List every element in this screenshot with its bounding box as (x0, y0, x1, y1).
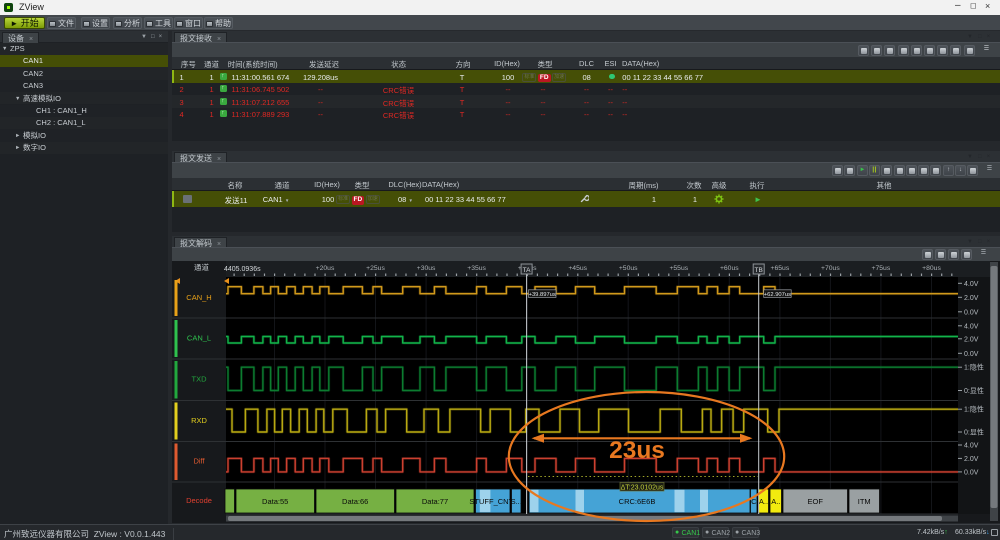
svg-text:0.0V: 0.0V (964, 469, 979, 476)
svg-text:+55us: +55us (669, 265, 688, 272)
svg-text:+35us: +35us (467, 265, 486, 272)
svg-text:Diff: Diff (193, 457, 205, 466)
svg-text:Data:55: Data:55 (262, 497, 288, 506)
svg-text:S...: S... (511, 497, 522, 506)
svg-text:ΔT:23.0102us: ΔT:23.0102us (621, 485, 664, 492)
svg-text:TA: TA (523, 267, 531, 274)
svg-text:TB: TB (755, 267, 763, 274)
svg-text:1:隐性: 1:隐性 (964, 363, 984, 372)
svg-text:Data:66: Data:66 (342, 497, 368, 506)
svg-text:+30us: +30us (417, 265, 436, 272)
svg-text:+62.907us: +62.907us (764, 292, 791, 298)
svg-text:+70us: +70us (821, 265, 840, 272)
svg-text:1:隐性: 1:隐性 (964, 405, 984, 414)
svg-text:0:显性: 0:显性 (964, 428, 984, 437)
svg-text:TXD: TXD (192, 375, 208, 384)
svg-text:+65us: +65us (771, 265, 790, 272)
svg-text:+60us: +60us (720, 265, 739, 272)
svg-text:2.0V: 2.0V (964, 295, 979, 302)
svg-text:+25us: +25us (366, 265, 385, 272)
svg-text:Decode: Decode (186, 496, 212, 505)
svg-text:A..: A.. (759, 497, 768, 506)
svg-text:+20us: +20us (316, 265, 335, 272)
svg-text:2.0V: 2.0V (964, 456, 979, 463)
svg-text:2.0V: 2.0V (964, 336, 979, 343)
svg-text:CAN_H: CAN_H (186, 293, 211, 302)
svg-text:0.0V: 0.0V (964, 351, 979, 358)
svg-text:+80us: +80us (922, 265, 941, 272)
svg-text:通道: 通道 (194, 262, 209, 272)
svg-text:+75us: +75us (872, 265, 891, 272)
svg-text:ITM: ITM (858, 497, 871, 506)
svg-text:0:显性: 0:显性 (964, 386, 984, 395)
svg-text:+39.897us: +39.897us (529, 292, 556, 298)
svg-text:+50us: +50us (619, 265, 638, 272)
svg-text:4.0V: 4.0V (964, 323, 979, 330)
svg-text:+45us: +45us (568, 265, 587, 272)
svg-text:4.0V: 4.0V (964, 281, 979, 288)
svg-text:CRC:6E6B: CRC:6E6B (619, 497, 656, 506)
svg-text:EOF: EOF (807, 497, 823, 506)
svg-text:4.0V: 4.0V (964, 443, 979, 450)
svg-text:4405.0936s: 4405.0936s (224, 266, 261, 273)
svg-text:RXD: RXD (191, 416, 207, 425)
svg-text:Data:77: Data:77 (422, 497, 448, 506)
svg-text:0.0V: 0.0V (964, 309, 979, 316)
svg-text:A..: A.. (771, 497, 780, 506)
svg-text:CAN_L: CAN_L (187, 334, 211, 343)
svg-text:23us: 23us (609, 437, 665, 464)
